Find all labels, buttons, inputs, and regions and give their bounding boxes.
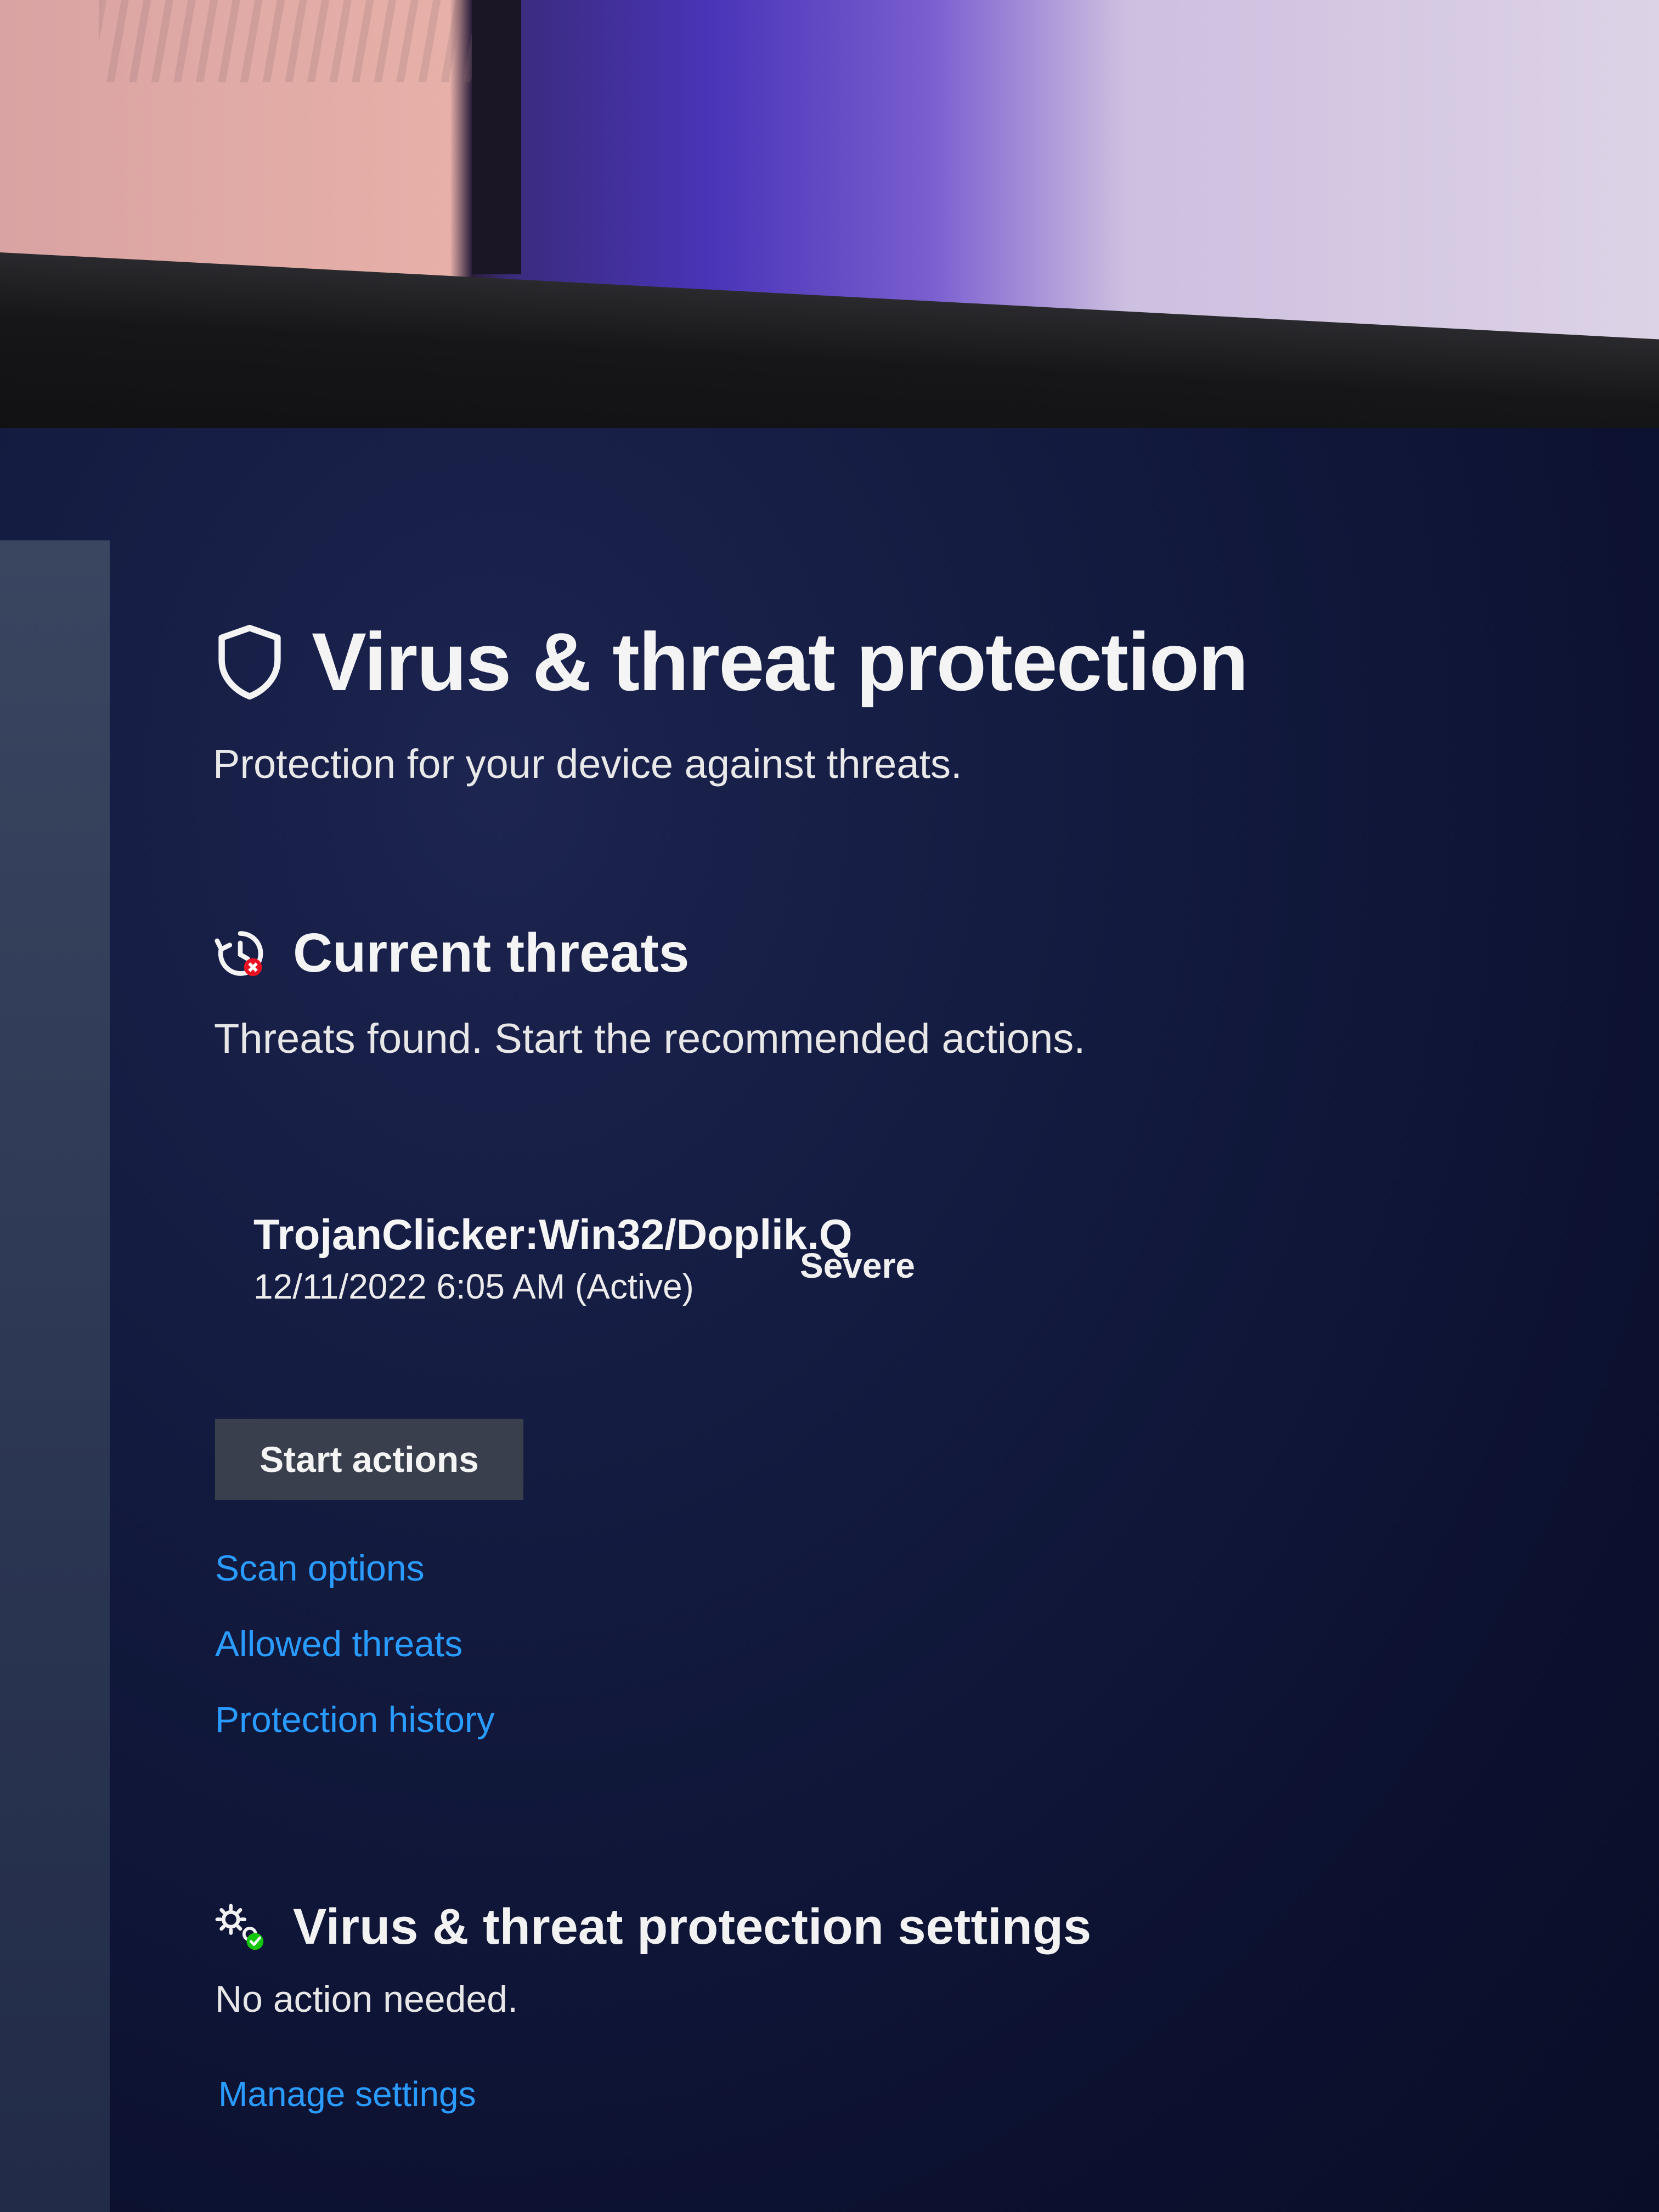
protection-history-link[interactable]: Protection history xyxy=(215,1699,495,1740)
threat-list-item[interactable]: TrojanClicker:Win32/Doplik.Q 12/11/2022 … xyxy=(253,1210,853,1307)
settings-gear-icon xyxy=(215,1903,264,1950)
threat-severity-badge: Severe xyxy=(800,1246,915,1285)
page-subtitle: Protection for your device against threa… xyxy=(213,741,962,787)
protection-settings-title: Virus & threat protection settings xyxy=(293,1899,1092,1955)
protection-settings-status: No action needed. xyxy=(215,1978,518,2020)
current-threats-header: Current threats xyxy=(214,922,689,985)
start-actions-button[interactable]: Start actions xyxy=(215,1419,523,1500)
virus-threat-protection-page: Virus & threat protection Protection for… xyxy=(0,0,1659,2212)
manage-settings-link[interactable]: Manage settings xyxy=(218,2074,476,2114)
threat-name: TrojanClicker:Win32/Doplik.Q xyxy=(253,1210,853,1259)
protection-settings-header: Virus & threat protection settings xyxy=(215,1898,1091,1956)
threat-history-icon xyxy=(215,930,263,976)
shield-icon xyxy=(218,624,281,699)
current-threats-title: Current threats xyxy=(293,922,690,984)
threat-links: Scan options Allowed threats Protection … xyxy=(215,1547,495,1774)
threat-date: 12/11/2022 6:05 AM (Active) xyxy=(253,1267,694,1306)
page-title: Virus & threat protection xyxy=(312,616,1249,708)
scan-options-link[interactable]: Scan options xyxy=(215,1547,495,1589)
page-header: Virus & threat protection xyxy=(214,614,1249,709)
current-threats-description: Threats found. Start the recommended act… xyxy=(214,1015,1086,1062)
allowed-threats-link[interactable]: Allowed threats xyxy=(215,1623,495,1664)
